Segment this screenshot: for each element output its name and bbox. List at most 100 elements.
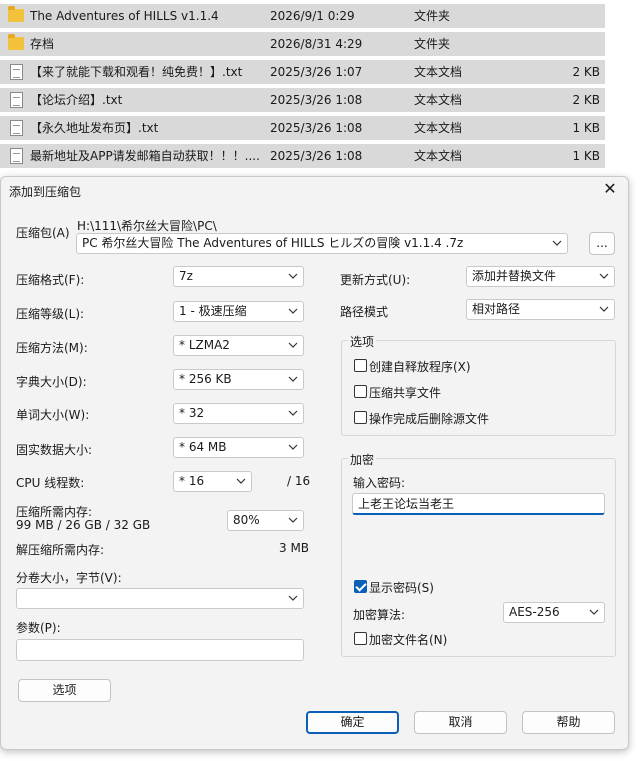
solid-value: * 64 MB bbox=[179, 440, 227, 454]
show-password-label[interactable]: 显示密码(S) bbox=[369, 579, 434, 596]
update-select[interactable]: 添加并替换文件 bbox=[466, 266, 615, 287]
file-row[interactable]: 存档 2026/8/31 4:29 文件夹 bbox=[0, 32, 605, 56]
text-file-icon bbox=[8, 92, 24, 108]
file-size: 1 KB bbox=[572, 121, 600, 135]
text-file-icon bbox=[8, 120, 24, 136]
split-label: 分卷大小，字节(V): bbox=[16, 571, 122, 585]
text-file-icon bbox=[8, 148, 24, 164]
path-mode-select[interactable]: 相对路径 bbox=[466, 299, 615, 320]
sfx-checkbox[interactable] bbox=[354, 359, 367, 372]
text-file-icon bbox=[8, 64, 24, 80]
threads-max: / 16 bbox=[287, 474, 311, 488]
level-value: 1 - 极速压缩 bbox=[179, 304, 247, 318]
password-input[interactable]: 上老王论坛当老王 bbox=[352, 493, 605, 515]
word-label: 单词大小(W): bbox=[16, 408, 90, 422]
file-row[interactable]: 【永久地址发布页】.txt 2025/3/26 1:08 文本文档 1 KB bbox=[0, 116, 605, 140]
folder-icon bbox=[8, 34, 24, 52]
encryption-method-value: AES-256 bbox=[509, 605, 560, 619]
file-row[interactable]: 【来了就能下载和观看！纯免费！】.txt 2025/3/26 1:07 文本文档… bbox=[0, 60, 605, 84]
options-button[interactable]: 选项 bbox=[18, 679, 111, 702]
file-name: The Adventures of HILLS v1.1.4 bbox=[30, 9, 219, 23]
chevron-down-icon bbox=[599, 304, 609, 314]
file-size: 2 KB bbox=[572, 65, 600, 79]
word-select[interactable]: * 32 bbox=[173, 403, 304, 424]
threads-label: CPU 线程数: bbox=[16, 476, 85, 490]
method-value: * LZMA2 bbox=[179, 338, 230, 352]
file-list: The Adventures of HILLS v1.1.4 2026/9/1 … bbox=[0, 4, 605, 172]
delete-source-checkbox[interactable] bbox=[354, 411, 367, 424]
method-select[interactable]: * LZMA2 bbox=[173, 335, 304, 356]
update-label: 更新方式(U): bbox=[340, 273, 411, 287]
archive-name-combobox[interactable]: PC 希尔丝大冒险 The Adventures of HILLS ヒルズの冒険… bbox=[76, 233, 568, 254]
file-type: 文本文档 bbox=[414, 149, 463, 163]
chevron-down-icon bbox=[599, 271, 609, 281]
solid-select[interactable]: * 64 MB bbox=[173, 437, 304, 458]
add-to-archive-dialog: 添加到压缩包 ✕ 压缩包(A) H:\111\希尔丝大冒险\PC\ PC 希尔丝… bbox=[0, 176, 629, 750]
file-name: 存档 bbox=[30, 37, 55, 51]
file-row[interactable]: 最新地址及APP请发邮箱自动获取！！！.... 2025/3/26 1:08 文… bbox=[0, 144, 605, 168]
file-type: 文本文档 bbox=[414, 121, 463, 135]
file-row[interactable]: 【论坛介绍】.txt 2025/3/26 1:08 文本文档 2 KB bbox=[0, 88, 605, 112]
chevron-down-icon bbox=[288, 306, 298, 316]
file-date: 2026/9/1 0:29 bbox=[270, 9, 355, 23]
show-password-checkbox[interactable] bbox=[354, 580, 367, 593]
folder-icon bbox=[8, 6, 24, 24]
file-type: 文件夹 bbox=[414, 37, 451, 51]
file-name: 【论坛介绍】.txt bbox=[30, 93, 123, 107]
shared-checkbox[interactable] bbox=[354, 385, 367, 398]
mem-compress-detail: 99 MB / 26 GB / 32 GB bbox=[16, 518, 151, 532]
format-label: 压缩格式(F): bbox=[16, 273, 85, 287]
chevron-down-icon bbox=[288, 374, 298, 384]
file-date: 2025/3/26 1:08 bbox=[270, 93, 363, 107]
help-button[interactable]: 帮助 bbox=[522, 711, 615, 734]
threads-value: * 16 bbox=[179, 474, 205, 488]
file-date: 2026/8/31 4:29 bbox=[270, 37, 363, 51]
file-name: 【永久地址发布页】.txt bbox=[30, 121, 159, 135]
close-icon[interactable]: ✕ bbox=[602, 181, 618, 197]
update-value: 添加并替换文件 bbox=[472, 269, 557, 283]
browse-button[interactable]: ... bbox=[589, 232, 615, 255]
dict-label: 字典大小(D): bbox=[16, 375, 87, 389]
archive-label: 压缩包(A) bbox=[16, 226, 70, 240]
file-date: 2025/3/26 1:08 bbox=[270, 121, 363, 135]
mem-decompress-value: 3 MB bbox=[279, 541, 310, 555]
chevron-down-icon bbox=[288, 271, 298, 281]
path-mode-value: 相对路径 bbox=[472, 302, 521, 316]
dialog-title: 添加到压缩包 bbox=[9, 185, 82, 199]
file-date: 2025/3/26 1:08 bbox=[270, 149, 363, 163]
delete-source-label[interactable]: 操作完成后删除源文件 bbox=[369, 410, 489, 427]
split-combobox[interactable] bbox=[16, 588, 304, 609]
encryption-group: 加密 输入密码: 上老王论坛当老王 显示密码(S) 加密算法: AES-256 … bbox=[341, 451, 616, 657]
method-label: 压缩方法(M): bbox=[16, 341, 88, 355]
options-group: 选项 创建自释放程序(X) 压缩共享文件 操作完成后删除源文件 bbox=[341, 333, 616, 436]
chevron-down-icon bbox=[589, 607, 599, 617]
chevron-down-icon bbox=[288, 515, 298, 525]
shared-label[interactable]: 压缩共享文件 bbox=[369, 384, 441, 401]
encrypt-names-checkbox[interactable] bbox=[354, 632, 367, 645]
options-group-title: 选项 bbox=[348, 333, 377, 350]
mem-percent-select[interactable]: 80% bbox=[227, 510, 304, 531]
sfx-label[interactable]: 创建自释放程序(X) bbox=[369, 358, 471, 375]
file-type: 文件夹 bbox=[414, 9, 451, 23]
file-size: 1 KB bbox=[572, 149, 600, 163]
dict-value: * 256 KB bbox=[179, 372, 232, 386]
format-select[interactable]: 7z bbox=[173, 266, 304, 287]
encrypt-names-label[interactable]: 加密文件名(N) bbox=[369, 631, 447, 648]
mem-percent-value: 80% bbox=[233, 513, 260, 527]
chevron-down-icon bbox=[552, 238, 562, 248]
file-name: 最新地址及APP请发邮箱自动获取！！！.... bbox=[30, 149, 260, 163]
ok-button[interactable]: 确定 bbox=[306, 711, 399, 734]
dict-select[interactable]: * 256 KB bbox=[173, 369, 304, 390]
solid-label: 固实数据大小: bbox=[16, 443, 93, 457]
file-row[interactable]: The Adventures of HILLS v1.1.4 2026/9/1 … bbox=[0, 4, 605, 28]
params-input[interactable] bbox=[16, 639, 304, 661]
mem-decompress-label: 解压缩所需内存: bbox=[16, 543, 105, 557]
encryption-method-select[interactable]: AES-256 bbox=[503, 602, 605, 623]
level-select[interactable]: 1 - 极速压缩 bbox=[173, 301, 304, 322]
threads-select[interactable]: * 16 bbox=[173, 471, 252, 492]
file-size: 2 KB bbox=[572, 93, 600, 107]
cancel-button[interactable]: 取消 bbox=[414, 711, 507, 734]
password-label: 输入密码: bbox=[353, 476, 406, 490]
archive-name-value: PC 希尔丝大冒险 The Adventures of HILLS ヒルズの冒険… bbox=[82, 236, 464, 250]
chevron-down-icon bbox=[288, 593, 298, 603]
